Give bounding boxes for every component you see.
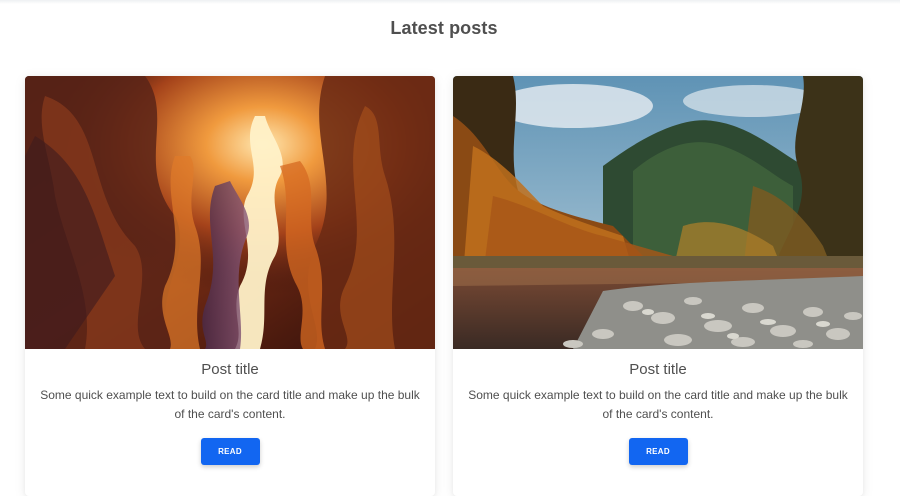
post-card: Post title Some quick example text to bu… [453,76,863,496]
post-card: Post title Some quick example text to bu… [25,76,435,496]
card-title: Post title [629,361,687,378]
read-button[interactable]: READ [200,438,260,465]
card-text: Some quick example text to build on the … [468,388,848,421]
section-title: Latest posts [390,18,498,38]
card-text: Some quick example text to build on the … [40,388,420,421]
river-forest-image [453,76,863,349]
card-title: Post title [201,361,259,378]
read-button[interactable]: READ [628,438,688,465]
canyon-image [25,76,435,349]
top-divider [0,0,900,4]
